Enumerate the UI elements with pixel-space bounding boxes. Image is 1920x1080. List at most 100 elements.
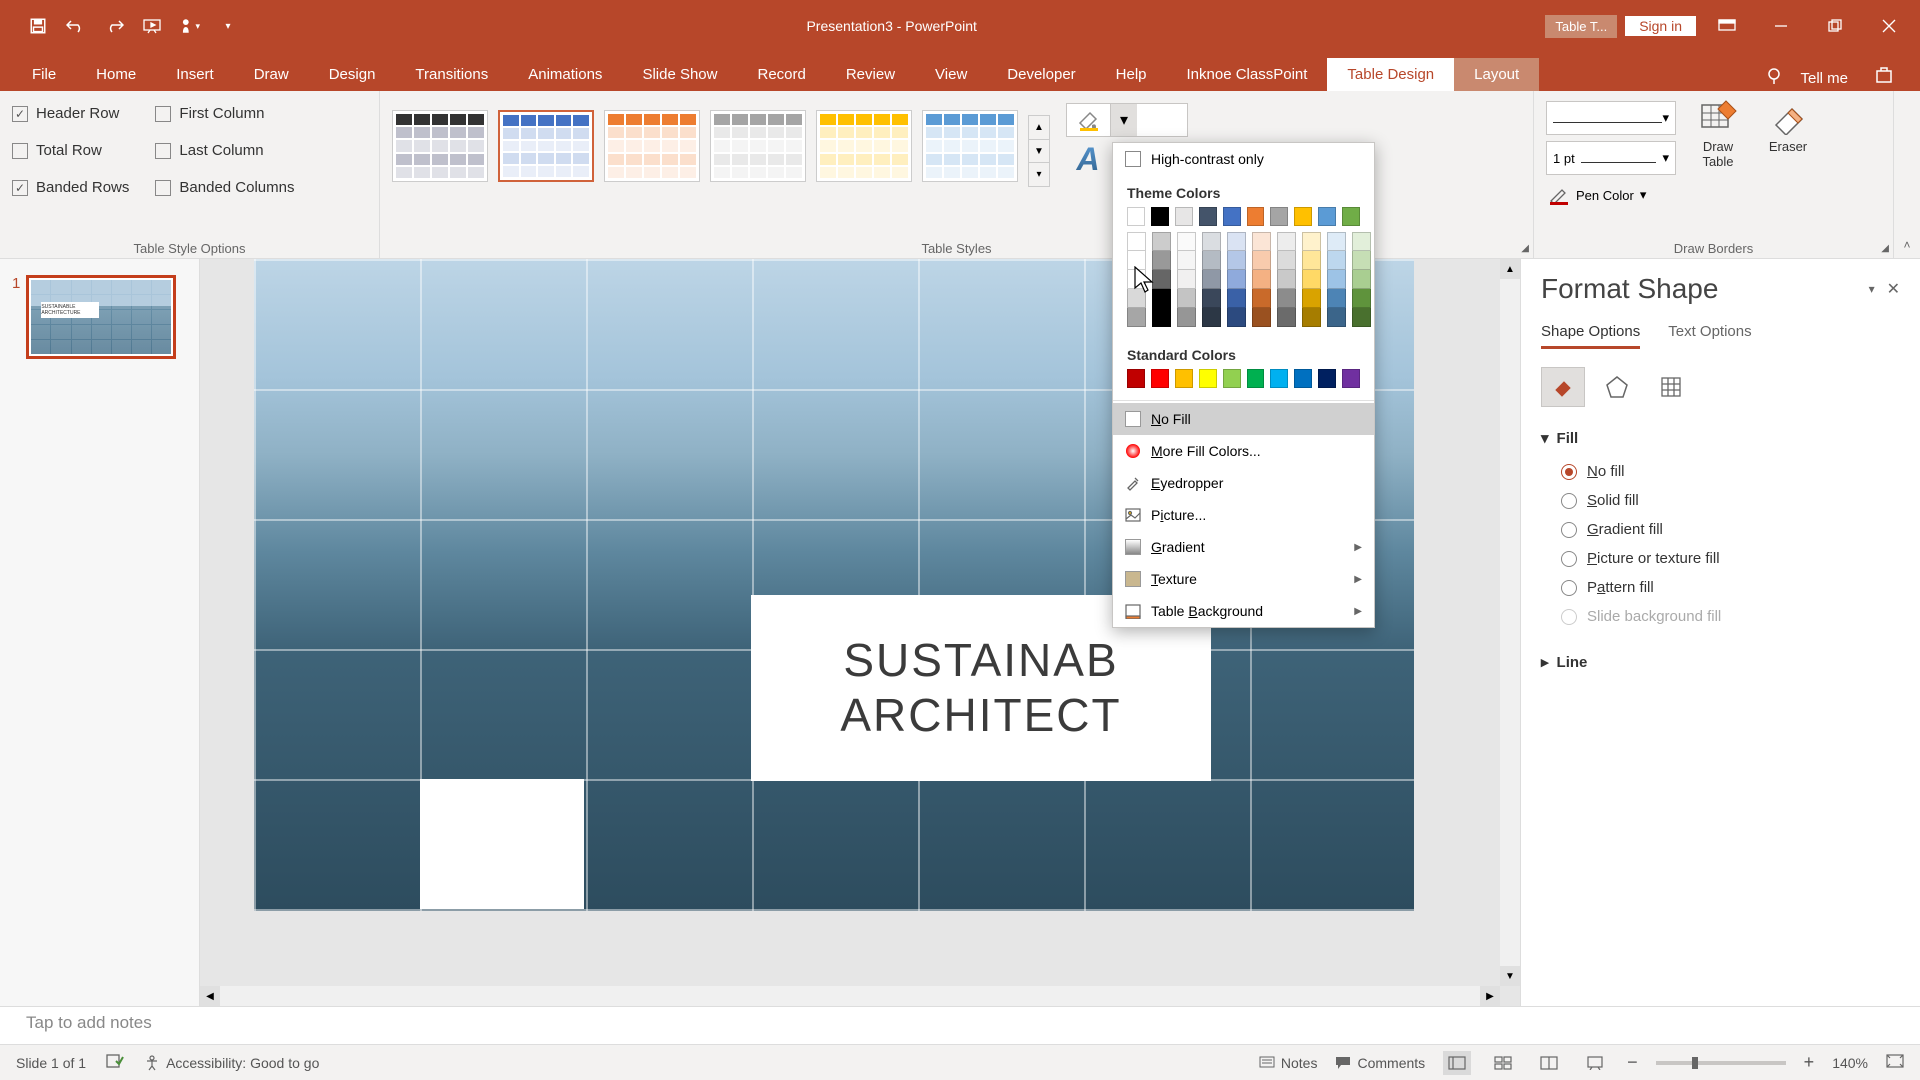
color-swatch[interactable] (1318, 369, 1336, 388)
eyedropper-option[interactable]: Eyedropper (1113, 467, 1374, 499)
dialog-launcher-icon[interactable]: ◢ (1881, 243, 1889, 254)
color-swatch[interactable] (1277, 308, 1296, 327)
spellcheck-icon[interactable] (106, 1053, 124, 1072)
table-background-option[interactable]: Table Background▶ (1113, 595, 1374, 627)
color-swatch[interactable] (1227, 251, 1246, 270)
color-swatch[interactable] (1127, 270, 1146, 289)
color-swatch[interactable] (1127, 251, 1146, 270)
color-swatch[interactable] (1277, 251, 1296, 270)
color-swatch[interactable] (1227, 308, 1246, 327)
tab-developer[interactable]: Developer (987, 58, 1095, 91)
color-swatch[interactable] (1277, 289, 1296, 308)
color-swatch[interactable] (1202, 270, 1221, 289)
sorter-view-icon[interactable] (1489, 1051, 1517, 1075)
draw-table-button[interactable]: Draw Table (1690, 95, 1746, 173)
color-swatch[interactable] (1327, 289, 1346, 308)
radio-solid-fill[interactable]: Solid fill (1541, 486, 1900, 515)
color-swatch[interactable] (1252, 289, 1271, 308)
check-header-row[interactable]: Header Row (12, 105, 129, 122)
zoom-out-icon[interactable]: − (1627, 1052, 1638, 1073)
tab-layout[interactable]: Layout (1454, 58, 1539, 91)
ribbon-display-icon[interactable] (1704, 7, 1750, 45)
radio-gradient-fill[interactable]: Gradient fill (1541, 515, 1900, 544)
scroll-track[interactable] (1500, 279, 1520, 966)
pen-style-dropdown[interactable]: ▾ (1546, 101, 1676, 135)
color-swatch[interactable] (1352, 289, 1371, 308)
color-swatch[interactable] (1127, 207, 1145, 226)
color-swatch[interactable] (1277, 232, 1296, 251)
table-style-item[interactable] (922, 110, 1018, 182)
shape-options-tab[interactable]: Shape Options (1541, 323, 1640, 349)
color-swatch[interactable] (1152, 308, 1171, 327)
color-swatch[interactable] (1175, 369, 1193, 388)
tab-view[interactable]: View (915, 58, 987, 91)
tell-me-label[interactable]: Tell me (1800, 70, 1848, 87)
color-swatch[interactable] (1177, 289, 1196, 308)
share-icon[interactable] (1874, 66, 1896, 91)
tab-classpoint[interactable]: Inknoe ClassPoint (1167, 58, 1328, 91)
size-properties-icon[interactable] (1649, 367, 1693, 407)
table-style-item[interactable] (710, 110, 806, 182)
pane-options-icon[interactable]: ▾ (1869, 282, 1875, 296)
reading-view-icon[interactable] (1535, 1051, 1563, 1075)
accessibility-status[interactable]: Accessibility: Good to go (144, 1055, 319, 1071)
tab-home[interactable]: Home (76, 58, 156, 91)
color-swatch[interactable] (1247, 369, 1265, 388)
color-swatch[interactable] (1352, 270, 1371, 289)
scroll-right-icon[interactable]: ▶ (1480, 986, 1500, 1006)
color-swatch[interactable] (1227, 232, 1246, 251)
gallery-down-icon[interactable]: ▼ (1029, 140, 1049, 164)
color-swatch[interactable] (1327, 270, 1346, 289)
color-swatch[interactable] (1223, 207, 1241, 226)
color-swatch[interactable] (1199, 207, 1217, 226)
color-swatch[interactable] (1152, 251, 1171, 270)
check-total-row[interactable]: Total Row (12, 142, 129, 159)
color-swatch[interactable] (1177, 251, 1196, 270)
color-swatch[interactable] (1252, 270, 1271, 289)
color-swatch[interactable] (1177, 308, 1196, 327)
color-swatch[interactable] (1202, 232, 1221, 251)
radio-pattern-fill[interactable]: Pattern fill (1541, 573, 1900, 602)
color-swatch[interactable] (1327, 308, 1346, 327)
check-first-column[interactable]: First Column (155, 105, 294, 122)
zoom-in-icon[interactable]: + (1804, 1052, 1815, 1073)
horizontal-scrollbar[interactable]: ◀ ▶ (200, 986, 1500, 1006)
picture-option[interactable]: Picture... (1113, 499, 1374, 531)
line-section-header[interactable]: ▸Line (1541, 653, 1900, 671)
effects-icon[interactable] (1595, 367, 1639, 407)
qat-customize-icon[interactable]: ▾ (218, 16, 238, 36)
slide-thumbnail[interactable]: SUSTAINABLE ARCHITECTURE (26, 275, 176, 359)
color-swatch[interactable] (1247, 207, 1265, 226)
tab-transitions[interactable]: Transitions (395, 58, 508, 91)
scroll-down-icon[interactable]: ▼ (1500, 966, 1520, 986)
color-swatch[interactable] (1252, 251, 1271, 270)
color-swatch[interactable] (1252, 232, 1271, 251)
color-swatch[interactable] (1302, 308, 1321, 327)
color-swatch[interactable] (1202, 289, 1221, 308)
color-swatch[interactable] (1127, 369, 1145, 388)
collapse-ribbon-icon[interactable]: ˄ (1894, 91, 1920, 258)
color-swatch[interactable] (1152, 289, 1171, 308)
color-swatch[interactable] (1302, 289, 1321, 308)
normal-view-icon[interactable] (1443, 1051, 1471, 1075)
color-swatch[interactable] (1152, 232, 1171, 251)
color-swatch[interactable] (1152, 270, 1171, 289)
tab-review[interactable]: Review (826, 58, 915, 91)
redo-icon[interactable] (104, 16, 124, 36)
color-swatch[interactable] (1270, 207, 1288, 226)
high-contrast-toggle[interactable]: High-contrast only (1113, 143, 1374, 175)
color-swatch[interactable] (1252, 308, 1271, 327)
color-swatch[interactable] (1294, 369, 1312, 388)
gallery-more-icon[interactable]: ▾ (1029, 163, 1049, 186)
undo-icon[interactable] (66, 16, 86, 36)
table-style-item[interactable] (392, 110, 488, 182)
minimize-icon[interactable] (1758, 7, 1804, 45)
notes-pane[interactable]: Tap to add notes (0, 1006, 1920, 1044)
tab-file[interactable]: File (12, 58, 76, 91)
color-swatch[interactable] (1270, 369, 1288, 388)
color-swatch[interactable] (1277, 270, 1296, 289)
color-swatch[interactable] (1302, 232, 1321, 251)
color-swatch[interactable] (1127, 232, 1146, 251)
gradient-option[interactable]: Gradient▶ (1113, 531, 1374, 563)
texture-option[interactable]: Texture▶ (1113, 563, 1374, 595)
